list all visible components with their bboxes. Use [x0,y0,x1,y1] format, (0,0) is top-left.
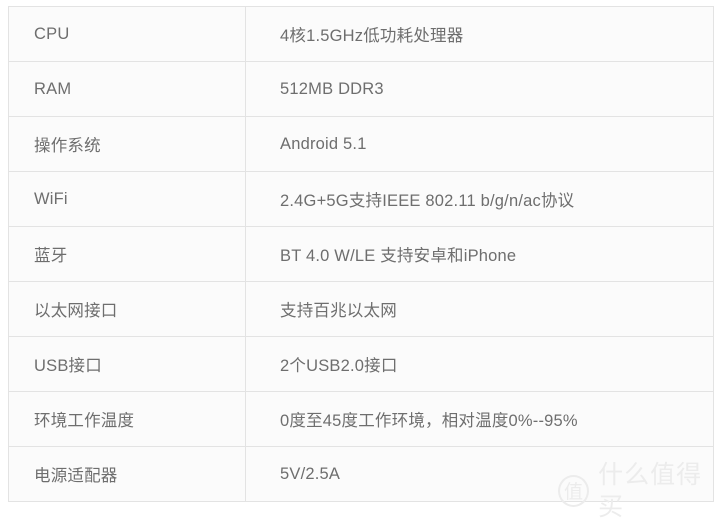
spec-value-cell: 5V/2.5A [280,464,341,483]
spec-label-cell: RAM [8,61,246,117]
spec-value-cell: 512MB DDR3 [245,61,714,117]
spec-label-cell: 蓝牙 [8,226,246,282]
device-specifications-table: CPU 4核1.5GHz低功耗处理器 RAM 512MB DDR3 操作系统 Androi… [8,6,714,502]
spec-value-cell: 0度至45度工作环境，相对温度0%--95% [245,391,714,447]
table-row: 电源适配器 5V/2.5A [8,446,714,502]
spec-value-cell: 支持百兆以太网 [245,281,714,337]
table-row: 操作系统 Android 5.1 [8,116,714,172]
table-row: 以太网接口 支持百兆以太网 [8,281,714,337]
spec-value-cell: 4核1.5GHz低功耗处理器 [245,6,714,62]
spec-value-cell: 2个USB2.0接口 [245,336,714,392]
spec-value-cell: Android 5.1 [245,116,714,172]
table-row: 环境工作温度 0度至45度工作环境，相对温度0%--95% [8,391,714,447]
table-row: USB接口 2个USB2.0接口 [8,336,714,392]
spec-sheet: CPU 4核1.5GHz低功耗处理器 RAM 512MB DDR3 操作系统 Androi… [0,0,724,521]
spec-value-cell: 2.4G+5G支持IEEE 802.11 b/g/n/ac协议 [245,171,714,227]
spec-label-cell: WiFi [8,171,246,227]
table-row: 蓝牙 BT 4.0 W/LE 支持安卓和iPhone [8,226,714,282]
spec-label-cell: 电源适配器 [8,446,246,502]
table-row: WiFi 2.4G+5G支持IEEE 802.11 b/g/n/ac协议 [8,171,714,227]
spec-label-cell: 操作系统 [8,116,246,172]
table-row: RAM 512MB DDR3 [8,61,714,117]
table-body: CPU 4核1.5GHz低功耗处理器 RAM 512MB DDR3 操作系统 Androi… [8,6,714,502]
spec-label-cell: 环境工作温度 [8,391,246,447]
spec-label-cell: CPU [8,6,246,62]
table-row: CPU 4核1.5GHz低功耗处理器 [8,6,714,62]
spec-label-cell: 以太网接口 [8,281,246,337]
spec-value-cell: BT 4.0 W/LE 支持安卓和iPhone [245,226,714,282]
spec-label-cell: USB接口 [8,336,246,392]
